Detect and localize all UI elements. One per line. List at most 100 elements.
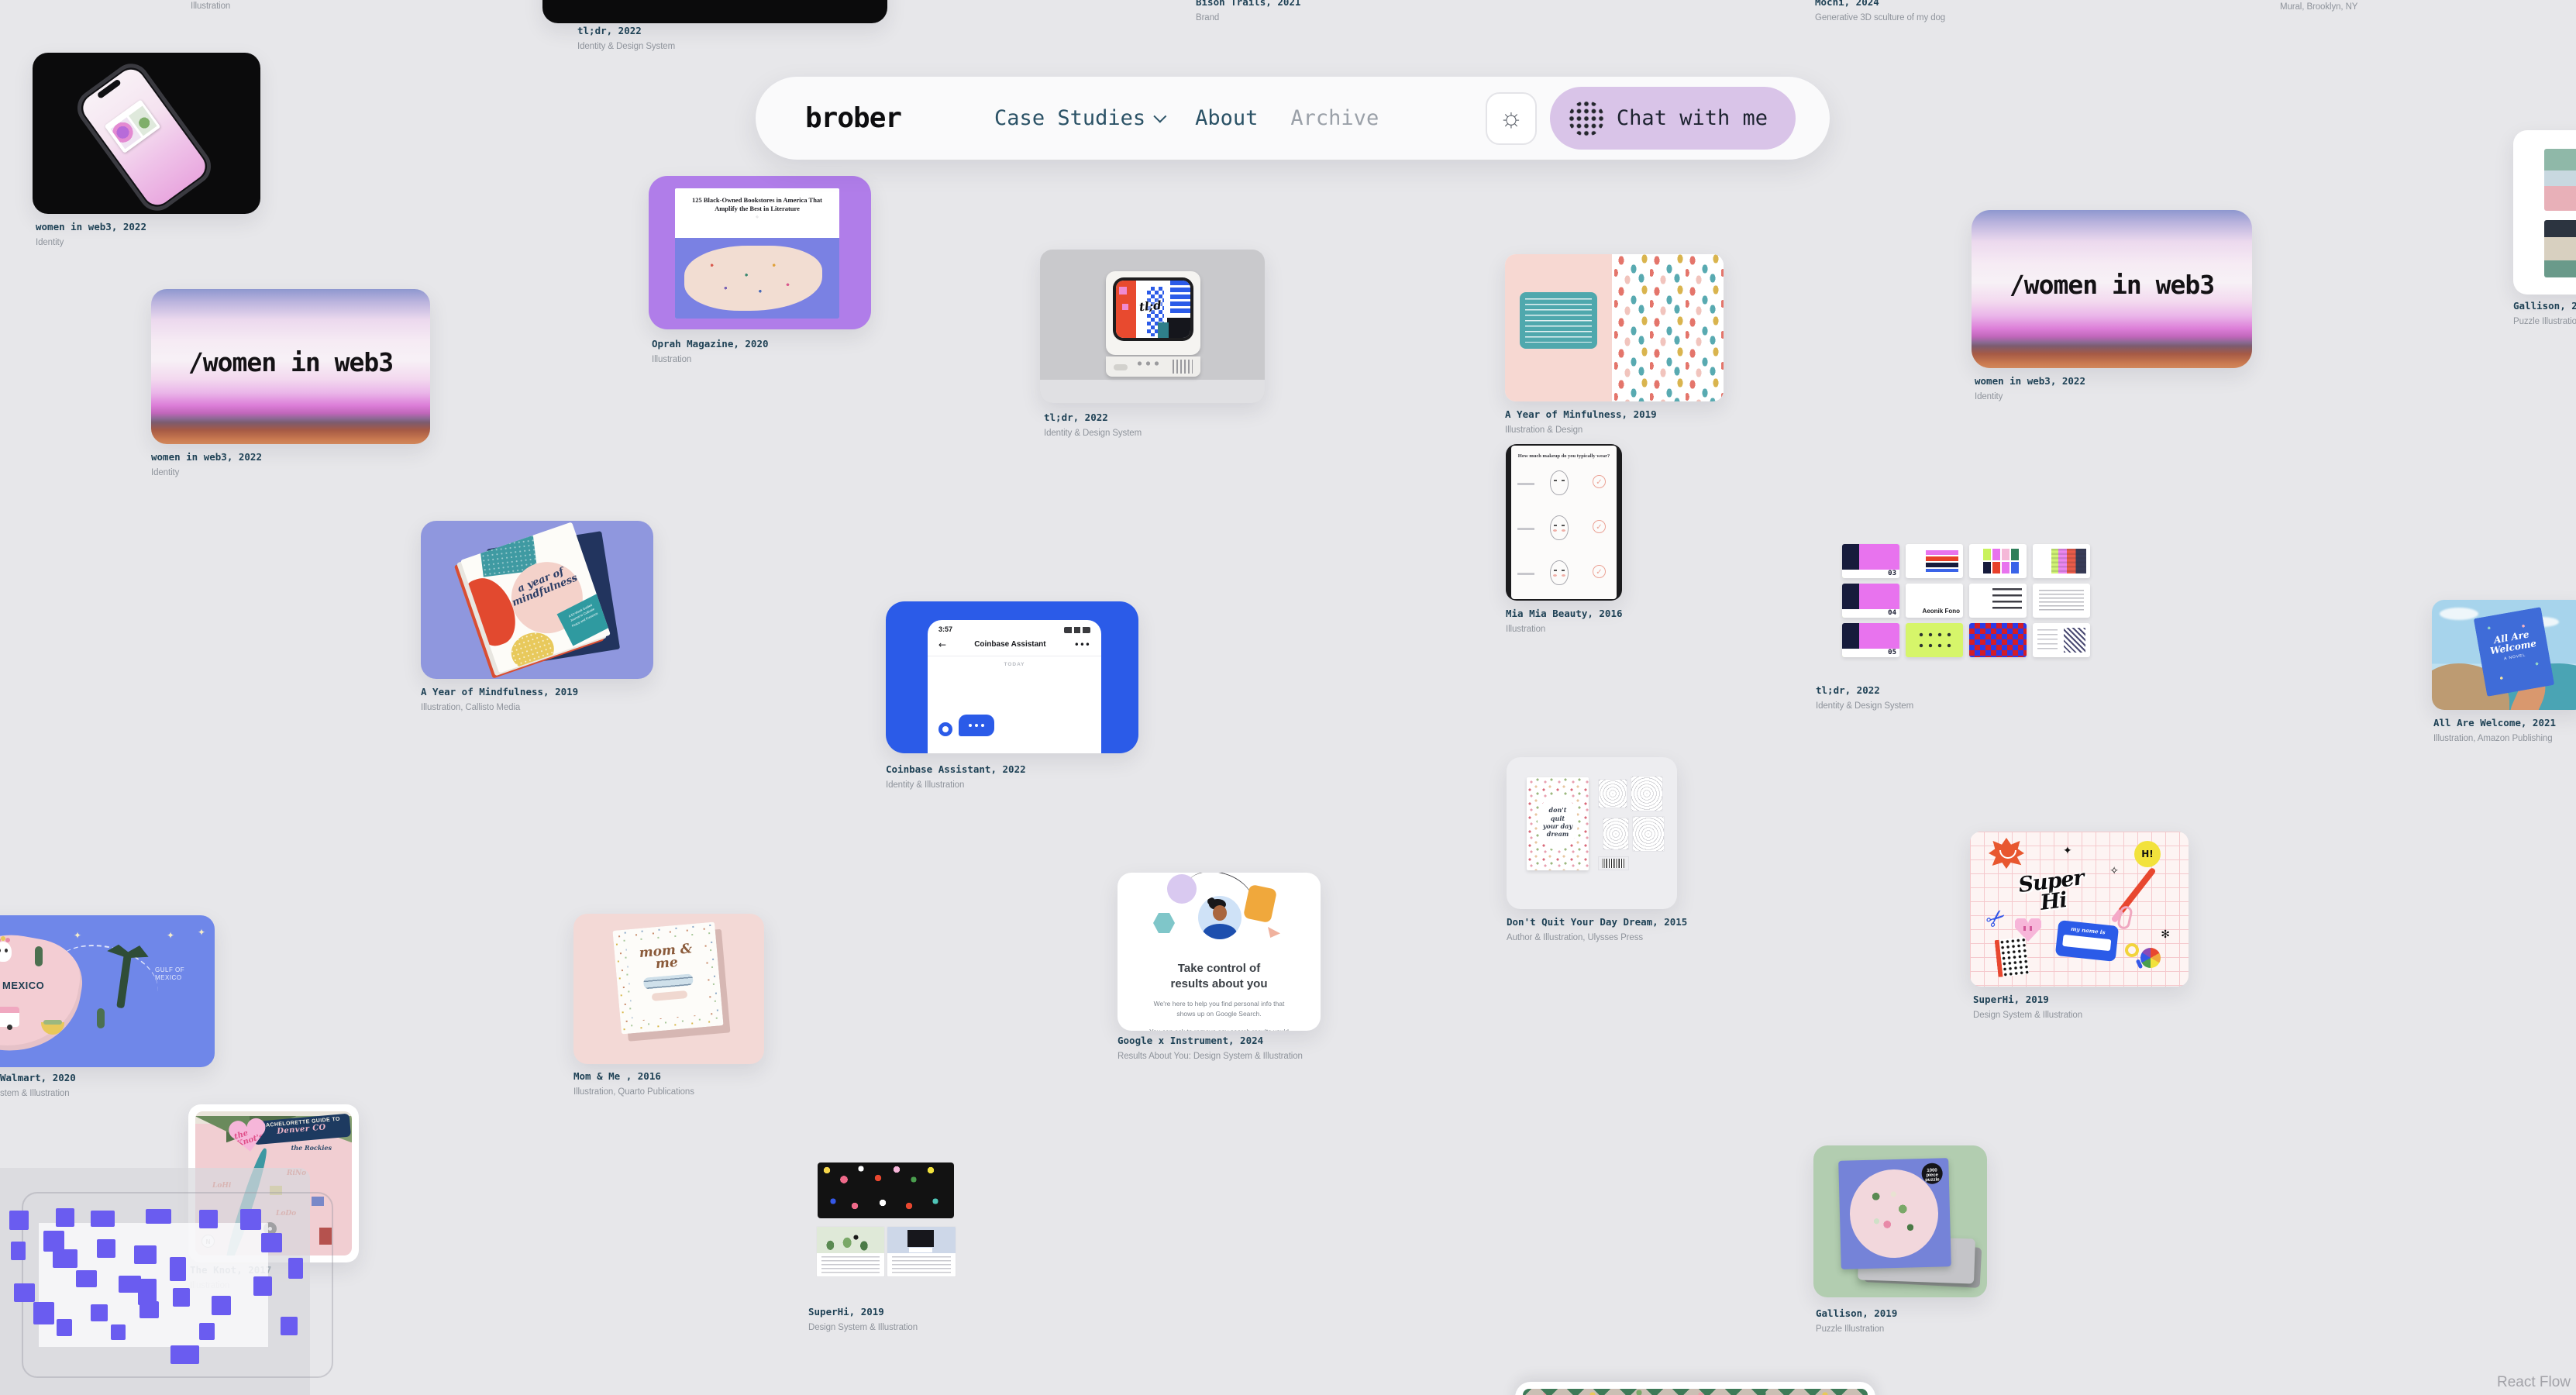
nav-item-archive[interactable]: Archive bbox=[1290, 108, 1379, 129]
minimap-node bbox=[240, 1209, 261, 1230]
chat-button-label: Chat with me bbox=[1617, 108, 1768, 129]
coloring-page bbox=[1603, 818, 1629, 850]
asterisk-icon: ✻ bbox=[2161, 929, 2170, 940]
card-label-tldr-grid: tl;dr, 2022 Identity & Design System bbox=[1816, 685, 1913, 711]
card-title: Don't Quit Your Day Dream, 2015 bbox=[1507, 917, 1687, 928]
book-cover: don't quit your day dream bbox=[1527, 777, 1589, 870]
google-body: We're here to help you find personal inf… bbox=[1145, 999, 1293, 1019]
country-label: MEXICO bbox=[2, 980, 44, 990]
teal-hexagon bbox=[1153, 913, 1175, 933]
card-bottom-sliver[interactable] bbox=[1515, 1382, 1875, 1395]
card-subtitle: Mural, Brooklyn, NY bbox=[2280, 2, 2357, 12]
card-walmart-mexico-map[interactable]: MEXICO GULF OF MEXICO PACIFIC OCEAN ✦ ✦ … bbox=[0, 915, 215, 1067]
card-dont-quit[interactable]: don't quit your day dream bbox=[1507, 757, 1677, 909]
site-logo[interactable]: brober bbox=[805, 105, 901, 133]
card-title: Mia Mia Beauty, 2016 bbox=[1506, 608, 1623, 619]
minimap-node bbox=[111, 1324, 126, 1340]
card-subtitle: Design System & Illustration bbox=[808, 1323, 918, 1333]
sticker-collage-image bbox=[818, 1162, 954, 1218]
card-label-tldr-tv: tl;dr, 2022 Identity & Design System bbox=[1044, 412, 1142, 439]
minimap-node bbox=[43, 1231, 64, 1252]
card-all-are-welcome[interactable]: All Are Welcome A NOVEL bbox=[2432, 600, 2576, 710]
card-label-mural: Mural, Brooklyn, NY bbox=[2280, 2, 2357, 12]
card-mom-and-me[interactable]: mom & me bbox=[573, 914, 764, 1064]
card-subtitle: Illustration & Design bbox=[1505, 425, 1657, 436]
mexico-shape bbox=[0, 925, 89, 1062]
card-subtitle: Illustration bbox=[652, 355, 769, 365]
minimap-node bbox=[56, 1208, 74, 1227]
card-super-hi-stickers[interactable]: H! Super Hi ✂ my name is ✦ ✧ ✻ bbox=[1970, 832, 2189, 987]
card-gallison-top[interactable] bbox=[2513, 130, 2576, 294]
minimap-node bbox=[57, 1319, 72, 1336]
section-label: TODAY bbox=[928, 663, 1101, 668]
nav-item-about[interactable]: About bbox=[1195, 108, 1258, 129]
minimap-node bbox=[9, 1211, 29, 1230]
card-google-instrument[interactable]: Take control of results about you We're … bbox=[1118, 873, 1321, 1031]
phone-notch bbox=[97, 78, 122, 98]
quote-block bbox=[1520, 292, 1596, 348]
card-label-dont-quit: Don't Quit Your Day Dream, 2015 Author &… bbox=[1507, 917, 1687, 943]
card-oprah-magazine[interactable]: 125 Black-Owned Bookstores in America Th… bbox=[649, 176, 871, 329]
magnifier-sticker bbox=[2123, 941, 2140, 959]
tv-screen: tl;d bbox=[1113, 277, 1193, 341]
nav-right-cluster: ☼ Chat with me bbox=[1486, 87, 1830, 150]
nav-item-label: About bbox=[1195, 108, 1258, 129]
card-label-mindfulness-book: A Year of Mindfulness, 2019 Illustration… bbox=[421, 687, 578, 713]
card-title: Mom & Me , 2016 bbox=[573, 1071, 694, 1082]
retro-tv-image: tl;d bbox=[1106, 271, 1200, 355]
phone-collage-image bbox=[105, 99, 161, 153]
star-icon: ✦ bbox=[74, 931, 81, 940]
lavender-circle bbox=[1167, 874, 1197, 904]
card-mia-mia-beauty[interactable]: How much makeup do you typically wear? ✓… bbox=[1506, 444, 1622, 601]
nav-item-case-studies[interactable]: Case Studies bbox=[994, 108, 1162, 129]
taco-truck bbox=[0, 1007, 19, 1027]
card-coinbase-assistant[interactable]: 3:57 ← Coinbase Assistant ••• TODAY bbox=[886, 601, 1138, 753]
piece-count-badge: 1000 piece puzzle bbox=[1921, 1162, 1943, 1184]
minimap-node bbox=[11, 1242, 26, 1260]
card-title: Walmart, 2020 bbox=[0, 1073, 76, 1083]
card-mindfulness-spread[interactable] bbox=[1505, 254, 1724, 401]
minimap-node bbox=[14, 1283, 35, 1302]
card-label-coinbase: Coinbase Assistant, 2022 Identity & Illu… bbox=[886, 764, 1026, 790]
book-left-page bbox=[1505, 254, 1612, 401]
badge-text: 1000 piece puzzle bbox=[1925, 1169, 1939, 1183]
card-title: Google x Instrument, 2024 bbox=[1118, 1035, 1303, 1046]
gulf-label: GULF OF MEXICO bbox=[155, 966, 184, 981]
card-tldr-top[interactable] bbox=[542, 0, 887, 23]
coloring-page bbox=[1632, 816, 1665, 852]
card-title: women in web3, 2022 bbox=[151, 452, 262, 463]
card-gallison-bottom[interactable]: 1000 piece puzzle bbox=[1813, 1145, 1987, 1297]
card-title: Oprah Magazine, 2020 bbox=[652, 339, 769, 350]
phone-ui-panel: 3:57 ← Coinbase Assistant ••• TODAY bbox=[928, 620, 1101, 753]
card-subtitle: Illustration, Callisto Media bbox=[421, 703, 578, 713]
theme-toggle-button[interactable]: ☼ bbox=[1486, 92, 1537, 145]
cover-title: mom & me bbox=[626, 942, 705, 973]
card-subtitle: stem & Illustration bbox=[0, 1089, 76, 1099]
notebook-sticker bbox=[1995, 937, 2030, 977]
tv-base bbox=[1106, 356, 1200, 377]
card-mindfulness-book[interactable]: a year of mindfulness A 52-Week Guided J… bbox=[421, 521, 653, 679]
chat-with-me-button[interactable]: Chat with me bbox=[1550, 87, 1796, 150]
card-women-in-web3-phone[interactable] bbox=[33, 53, 260, 214]
card-label-bison-trails: Bison Trails, 2021 Brand bbox=[1196, 0, 1300, 23]
web3-wordmark: /women in web3 bbox=[188, 350, 393, 375]
card-tldr-tv[interactable]: tl;d bbox=[1040, 250, 1265, 403]
dot-grid-icon bbox=[1569, 101, 1604, 136]
name-tag-sticker: my name is bbox=[2055, 920, 2119, 962]
card-women-in-web3-right[interactable]: /women in web3 bbox=[1972, 210, 2252, 368]
react-flow-attribution[interactable]: React Flow bbox=[2497, 1375, 2571, 1390]
slide-number: 03 bbox=[1888, 570, 1896, 577]
minimap-node bbox=[53, 1249, 77, 1268]
back-arrow-icon: ← bbox=[938, 640, 946, 649]
sparkle-icon: ✧ bbox=[2109, 866, 2119, 877]
card-subtitle: Illustration, Quarto Publications bbox=[573, 1087, 694, 1097]
card-subtitle: Puzzle Illustration bbox=[2513, 317, 2576, 327]
cover-script: don't quit your day dream bbox=[1538, 794, 1578, 850]
minimap-node bbox=[281, 1317, 298, 1335]
card-subtitle: Identity & Illustration bbox=[886, 780, 1026, 790]
card-women-in-web3-left[interactable]: /women in web3 bbox=[151, 289, 430, 444]
usa-map-illustration bbox=[675, 238, 839, 319]
slide-number: 05 bbox=[1888, 649, 1896, 656]
book-cover: mom & me bbox=[612, 922, 723, 1035]
minimap-node bbox=[199, 1210, 218, 1228]
